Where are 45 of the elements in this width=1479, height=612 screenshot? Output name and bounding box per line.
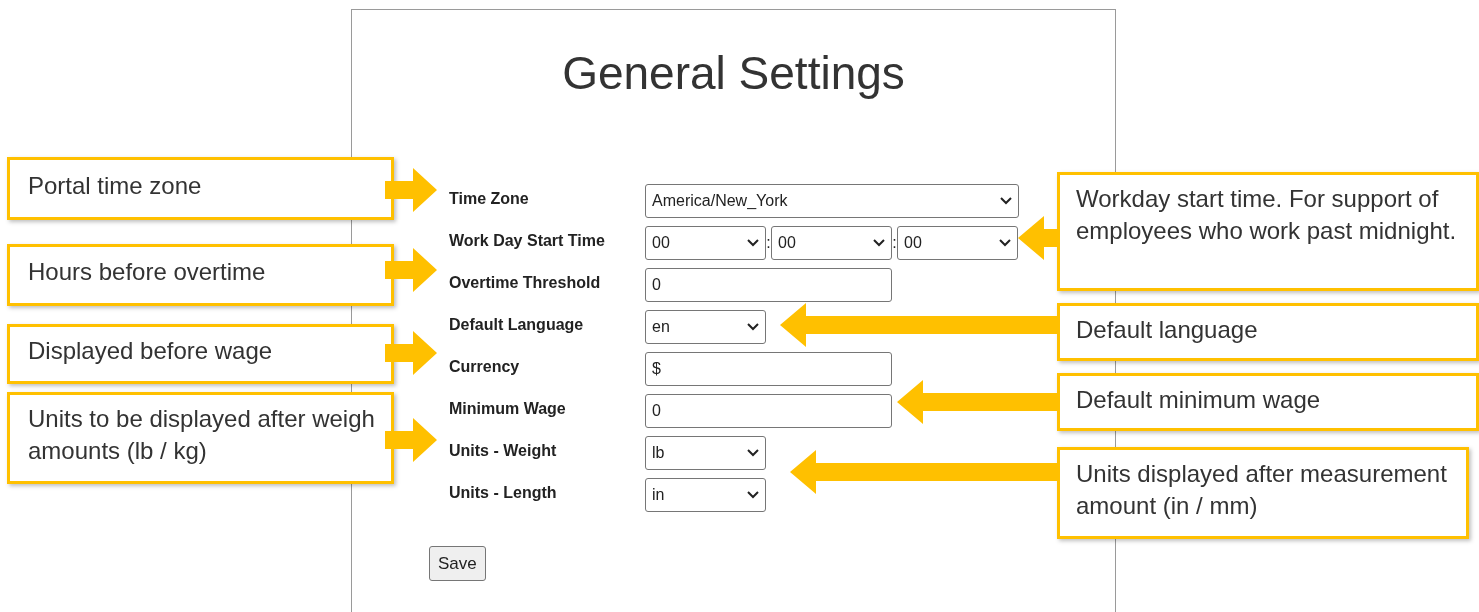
arrow-icon (385, 331, 437, 375)
arrow-icon (385, 248, 437, 292)
input-field[interactable]: 0 (645, 268, 892, 302)
arrow-icon (790, 450, 1057, 494)
dropdown[interactable]: 00 (771, 226, 892, 260)
field-label: Overtime Threshold (449, 273, 602, 293)
chevron-icon (1000, 197, 1012, 205)
callout: Units displayed after measurement amount (in / mm) (1057, 447, 1469, 539)
field-label: Time Zone (449, 189, 530, 209)
save-button[interactable]: Save (429, 546, 486, 581)
field-label: Minimum Wage (449, 399, 567, 419)
chevron-icon (747, 449, 759, 457)
dropdown[interactable]: 00 (645, 226, 766, 260)
time-separator: : (766, 233, 771, 253)
arrow-icon (385, 168, 437, 212)
field-label: Units - Weight (449, 441, 558, 461)
field-label: Units - Length (449, 483, 558, 503)
dropdown[interactable]: America/New_York (645, 184, 1019, 218)
input-field[interactable]: $ (645, 352, 892, 386)
callout: Default language (1057, 303, 1479, 361)
field-label: Currency (449, 357, 521, 377)
chevron-icon (747, 323, 759, 331)
callout: Default minimum wage (1057, 373, 1479, 431)
arrow-icon (385, 418, 437, 462)
dropdown[interactable]: in (645, 478, 766, 512)
chevron-icon (747, 239, 759, 247)
chevron-icon (873, 239, 885, 247)
field-label: Default Language (449, 315, 585, 335)
callout: Hours before overtime (7, 244, 394, 306)
page-title: General Settings (561, 48, 906, 98)
callout: Workday start time. For support of employees who work past midnight. (1057, 172, 1479, 291)
input-field[interactable]: 0 (645, 394, 892, 428)
arrow-icon (780, 303, 1057, 347)
field-label: Work Day Start Time (449, 231, 606, 251)
callout: Portal time zone (7, 157, 394, 220)
dropdown[interactable]: en (645, 310, 766, 344)
time-separator: : (892, 233, 897, 253)
callout: Displayed before wage (7, 324, 394, 384)
chevron-icon (999, 239, 1011, 247)
dropdown[interactable]: 00 (897, 226, 1018, 260)
chevron-icon (747, 491, 759, 499)
arrow-icon (897, 380, 1057, 424)
callout: Units to be displayed after weigh amounts (lb / kg) (7, 392, 394, 484)
dropdown[interactable]: lb (645, 436, 766, 470)
arrow-icon (1018, 216, 1057, 260)
